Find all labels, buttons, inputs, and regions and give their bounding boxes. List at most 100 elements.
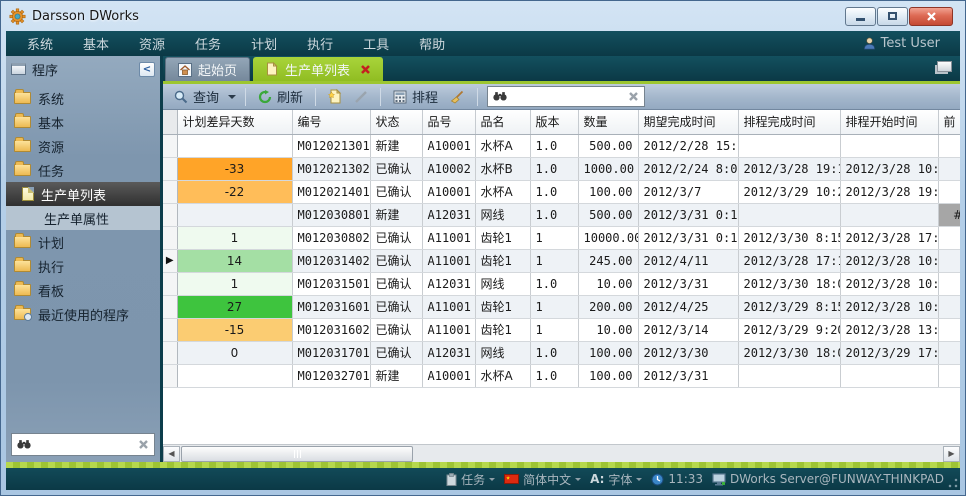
sidebar-search-input[interactable] [36,438,133,452]
cell-item[interactable]: A11001 [422,295,475,318]
cell-name[interactable]: 水杯A [475,364,530,387]
cell-extra[interactable] [938,157,960,180]
scroll-right-icon[interactable]: ▶ [943,446,960,462]
cell-status[interactable]: 已确认 [370,272,422,295]
tab-close-icon[interactable] [360,64,371,75]
cell-no[interactable]: M012031402 [292,249,370,272]
cell-start[interactable] [840,203,938,226]
cell-ver[interactable]: 1 [530,226,578,249]
cell-due[interactable]: 2012/3/31 [638,364,738,387]
cell-ver[interactable]: 1.0 [530,180,578,203]
cell-item[interactable]: A11001 [422,249,475,272]
cell-due[interactable]: 2012/3/31 [638,272,738,295]
cell-qty[interactable]: 10.00 [578,272,638,295]
cell-diff[interactable]: 27 [177,295,292,318]
cell-name[interactable]: 网线 [475,203,530,226]
menu-item-7[interactable]: 帮助 [404,34,460,53]
row-selector[interactable] [163,341,177,364]
column-header-10[interactable]: 前 [938,110,960,134]
scroll-left-icon[interactable]: ◀ [163,446,180,462]
cell-no[interactable]: M012032701 [292,364,370,387]
cell-start[interactable]: 2012/3/28 10:52 [840,157,938,180]
cell-diff[interactable]: -33 [177,157,292,180]
row-selector[interactable]: ▶ [163,249,177,272]
cell-qty[interactable]: 10.00 [578,318,638,341]
row-selector[interactable] [163,134,177,157]
column-header-0[interactable]: 计划差异天数 [177,110,292,134]
cell-extra[interactable] [938,180,960,203]
cell-due[interactable]: 2012/3/7 [638,180,738,203]
cell-extra[interactable] [938,364,960,387]
cell-no[interactable]: M012031501 [292,272,370,295]
cell-end[interactable]: 2012/3/28 17:13 [738,249,840,272]
window-list-icon[interactable] [937,61,952,72]
clean-button[interactable] [447,88,468,106]
cell-extra[interactable] [938,249,960,272]
menu-item-5[interactable]: 执行 [292,34,348,53]
cell-no[interactable]: M012031602 [292,318,370,341]
cell-ver[interactable]: 1.0 [530,203,578,226]
scrollbar-thumb[interactable] [181,446,413,462]
menu-item-4[interactable]: 计划 [236,34,292,53]
cell-end[interactable]: 2012/3/30 18:00 [738,272,840,295]
cell-status[interactable]: 已确认 [370,180,422,203]
cell-no[interactable]: M012021302 [292,157,370,180]
cell-no[interactable]: M012031601 [292,295,370,318]
cell-item[interactable]: A11001 [422,318,475,341]
cell-extra[interactable] [938,295,960,318]
minimize-button[interactable] [845,7,876,26]
tab-1[interactable]: 生产单列表 [253,57,383,81]
row-selector[interactable] [163,226,177,249]
cell-item[interactable]: A10001 [422,134,475,157]
cell-due[interactable]: 2012/4/11 [638,249,738,272]
cell-end[interactable] [738,364,840,387]
cell-due[interactable]: 2012/3/31 0:10 [638,203,738,226]
row-selector[interactable] [163,364,177,387]
row-selector[interactable] [163,318,177,341]
sidebar-collapse-button[interactable]: < [139,62,155,77]
cell-ver[interactable]: 1.0 [530,272,578,295]
cell-status[interactable]: 已确认 [370,226,422,249]
column-header-8[interactable]: 排程完成时间 [738,110,840,134]
tab-0[interactable]: 起始页 [165,57,250,81]
row-selector[interactable] [163,295,177,318]
cell-ver[interactable]: 1 [530,318,578,341]
close-button[interactable] [909,7,953,26]
cell-qty[interactable]: 1000.00 [578,157,638,180]
user-area[interactable]: Test User [863,36,954,51]
cell-start[interactable]: 2012/3/28 10:52 [840,295,938,318]
query-dropdown-icon[interactable] [228,95,236,103]
cell-status[interactable]: 已确认 [370,295,422,318]
cell-extra[interactable] [938,272,960,295]
cell-name[interactable]: 网线 [475,341,530,364]
sidebar-item-0[interactable]: 系统 [6,86,160,110]
column-header-2[interactable]: 状态 [370,110,422,134]
sidebar-item-2[interactable]: 资源 [6,134,160,158]
sidebar-item-9[interactable]: 最近使用的程序 [6,302,160,326]
cell-name[interactable]: 水杯A [475,180,530,203]
cell-extra[interactable] [938,134,960,157]
cell-qty[interactable]: 500.00 [578,203,638,226]
cell-qty[interactable]: 100.00 [578,364,638,387]
cell-end[interactable]: 2012/3/29 9:20 [738,318,840,341]
cell-start[interactable] [840,134,938,157]
column-header-1[interactable]: 编号 [292,110,370,134]
column-header-5[interactable]: 版本 [530,110,578,134]
cell-ver[interactable]: 1.0 [530,157,578,180]
cell-end[interactable] [738,203,840,226]
sidebar-item-8[interactable]: 看板 [6,278,160,302]
menu-item-6[interactable]: 工具 [348,34,404,53]
menu-item-0[interactable]: 系统 [12,34,68,53]
cell-no[interactable]: M012030802 [292,226,370,249]
cell-no[interactable]: M012031701 [292,341,370,364]
toolbar-search-input[interactable] [512,90,623,104]
cell-ver[interactable]: 1.0 [530,134,578,157]
column-header-9[interactable]: 排程开始时间 [840,110,938,134]
cell-extra[interactable]: # [938,203,960,226]
cell-start[interactable]: 2012/3/29 17:46 [840,341,938,364]
cell-status[interactable]: 新建 [370,364,422,387]
cell-item[interactable]: A10001 [422,180,475,203]
cell-due[interactable]: 2012/2/24 8:00 [638,157,738,180]
sidebar-item-5[interactable]: 生产单属性 [6,206,160,230]
cell-diff[interactable] [177,364,292,387]
